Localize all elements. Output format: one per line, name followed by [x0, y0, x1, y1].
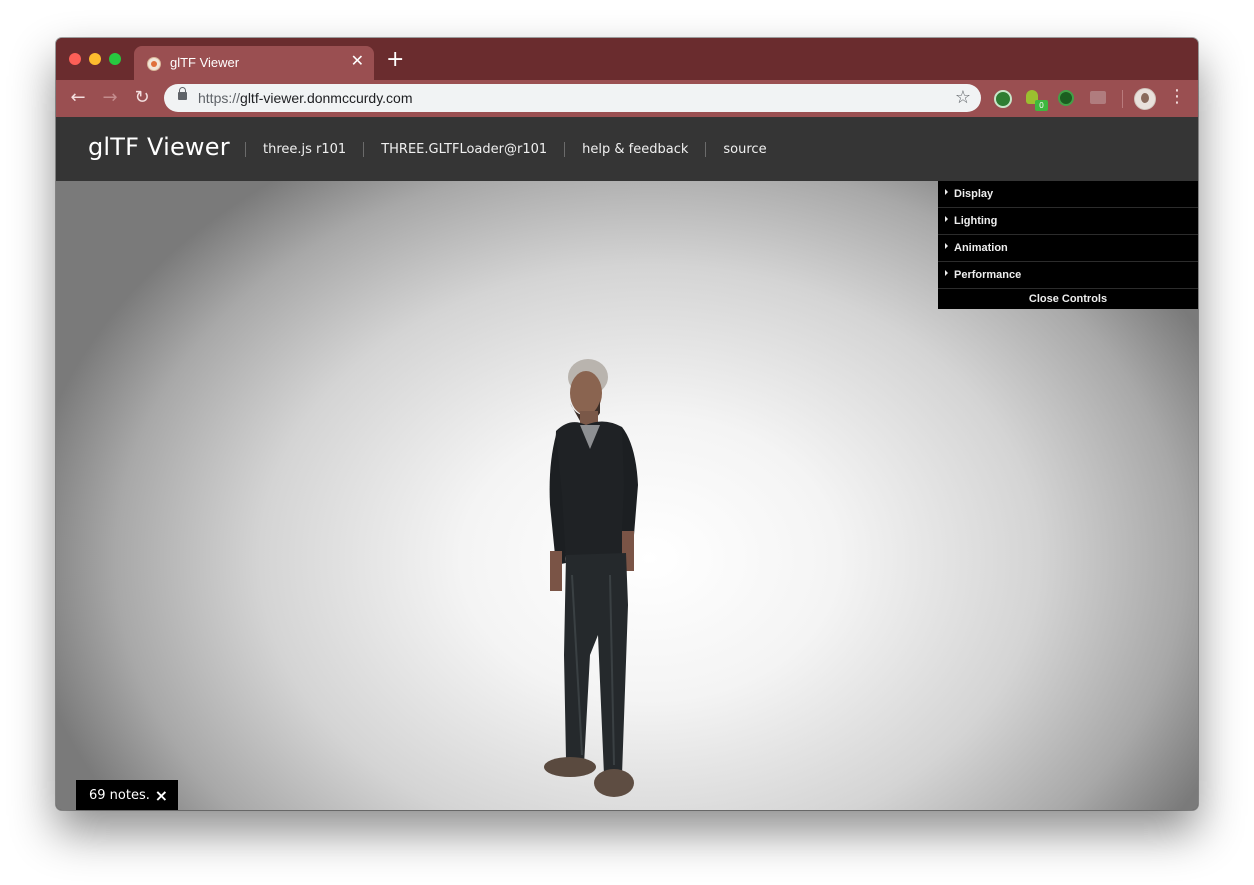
extension-badge: 0 [1035, 100, 1048, 111]
controls-panel: Display Lighting Animation Performance C… [938, 181, 1198, 309]
caret-right-icon [945, 243, 948, 249]
new-tab-button[interactable]: + [386, 49, 404, 71]
help-feedback-link[interactable]: help & feedback [582, 142, 688, 157]
3d-viewport[interactable]: Display Lighting Animation Performance C… [56, 181, 1198, 810]
3d-model-character [544, 359, 638, 797]
folder-label: Lighting [954, 215, 998, 227]
gltfloader-version-link[interactable]: THREE.GLTFLoader@r101 [381, 142, 547, 157]
tab-strip: glTF Viewer ✕ + [56, 38, 1198, 80]
folder-label: Performance [954, 269, 1022, 281]
nav-separator [564, 141, 566, 157]
nav-separator [245, 141, 246, 157]
lock-icon [178, 87, 187, 100]
ghostery-icon[interactable] [994, 90, 1012, 108]
nav-item-source: source [688, 141, 767, 157]
window-minimize-button[interactable] [89, 53, 101, 65]
page: glTF Viewer three.js r101 THREE.GLTFLoad… [56, 117, 1198, 810]
chat-extension-icon[interactable] [1090, 91, 1106, 104]
browser-window: glTF Viewer ✕ + ← → ↻ https://gltf-viewe… [56, 38, 1198, 810]
animation-folder[interactable]: Animation [938, 235, 1198, 262]
bookmark-star-icon[interactable]: ☆ [955, 87, 971, 108]
profile-avatar[interactable] [1134, 88, 1156, 110]
nav-separator [363, 141, 365, 157]
back-arrow-icon[interactable]: ← [68, 88, 88, 108]
url-text[interactable]: https://gltf-viewer.donmccurdy.com [198, 90, 413, 106]
browser-menu-icon[interactable]: ⋮ [1168, 87, 1186, 107]
window-close-button[interactable] [69, 53, 81, 65]
lighting-folder[interactable]: Lighting [938, 208, 1198, 235]
url-scheme: https:// [198, 90, 241, 106]
close-icon[interactable]: × [155, 786, 168, 805]
nav-item-threejs: three.js r101 [228, 141, 346, 157]
close-controls-button[interactable]: Close Controls [938, 289, 1198, 309]
caret-right-icon [945, 270, 948, 276]
site-nav: three.js r101 THREE.GLTFLoader@r101 help… [228, 117, 767, 181]
site-title[interactable]: glTF Viewer [88, 133, 230, 161]
browser-toolbar: ← → ↻ https://gltf-viewer.donmccurdy.com… [56, 80, 1198, 117]
source-link[interactable]: source [723, 142, 766, 157]
nav-item-gltfloader: THREE.GLTFLoader@r101 [346, 141, 547, 157]
reload-icon[interactable]: ↻ [132, 88, 152, 108]
nav-item-help: help & feedback [547, 141, 688, 157]
nav-separator [705, 141, 707, 157]
gltf-favicon-icon [147, 57, 161, 71]
notes-toast: 69 notes. × [76, 780, 178, 810]
address-bar[interactable]: https://gltf-viewer.donmccurdy.com ☆ [164, 84, 981, 112]
caret-right-icon [945, 189, 948, 195]
window-maximize-button[interactable] [109, 53, 121, 65]
folder-label: Display [954, 188, 994, 200]
notes-count: 69 notes. [89, 788, 150, 803]
site-header: glTF Viewer three.js r101 THREE.GLTFLoad… [56, 117, 1198, 181]
caret-right-icon [945, 216, 948, 222]
forward-arrow-icon[interactable]: → [100, 88, 120, 108]
vpn-extension-icon[interactable] [1058, 90, 1074, 106]
toolbar-divider [1122, 90, 1123, 108]
tab-close-icon[interactable]: ✕ [351, 52, 364, 72]
active-tab[interactable]: glTF Viewer ✕ [134, 46, 374, 80]
threejs-version-link[interactable]: three.js r101 [263, 142, 346, 157]
folder-label: Animation [954, 242, 1008, 254]
display-folder[interactable]: Display [938, 181, 1198, 208]
performance-folder[interactable]: Performance [938, 262, 1198, 289]
tab-title: glTF Viewer [170, 55, 240, 70]
url-host: gltf-viewer.donmccurdy.com [240, 90, 413, 106]
